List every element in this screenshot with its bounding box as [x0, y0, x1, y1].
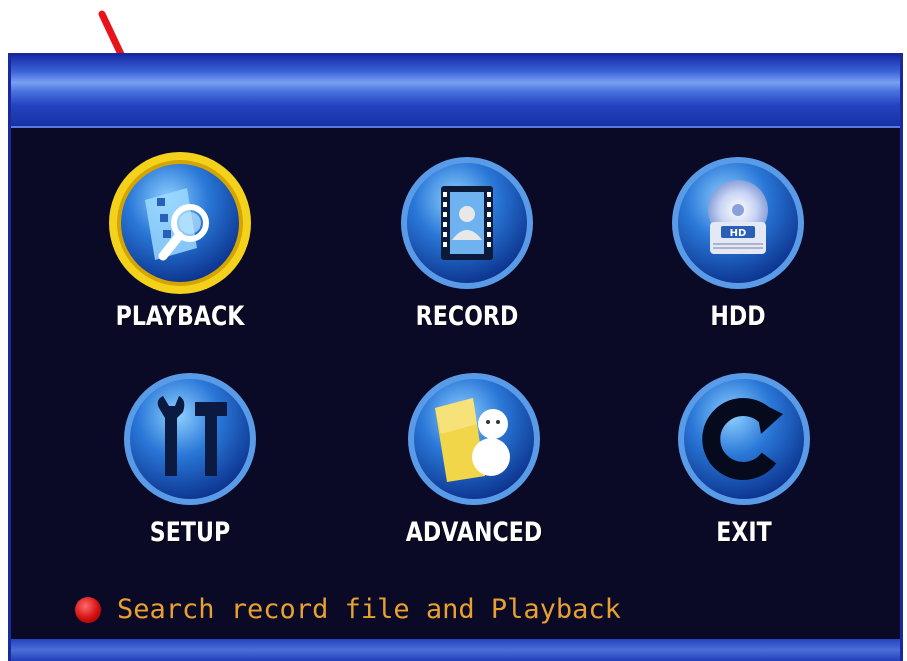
- menu-item-exit[interactable]: EXIT: [644, 364, 844, 548]
- menu-item-playback[interactable]: PLAYBACK: [80, 148, 280, 332]
- playback-label: PLAYBACK: [115, 301, 245, 332]
- menu-item-hdd[interactable]: HD HDD: [638, 148, 838, 332]
- status-indicator-icon: [75, 596, 101, 623]
- status-text: Search record file and Playback: [117, 594, 621, 625]
- record-icon: [392, 148, 542, 298]
- record-label: RECORD: [415, 301, 519, 332]
- menu-grid: PLAYBACK RECORD HD HDD SETUP ADVANCED EX…: [11, 128, 900, 661]
- exit-icon: [669, 364, 819, 514]
- status-bar: Search record file and Playback: [75, 594, 621, 625]
- bottom-bar: [11, 639, 900, 661]
- setup-icon: [115, 364, 265, 514]
- advanced-icon: [399, 364, 549, 514]
- advanced-label: ADVANCED: [405, 517, 543, 548]
- title-bar: [11, 56, 900, 128]
- hdd-icon: HD: [663, 148, 813, 298]
- hdd-badge: HD: [730, 228, 747, 239]
- setup-label: SETUP: [149, 517, 231, 548]
- menu-item-advanced[interactable]: ADVANCED: [374, 364, 574, 548]
- dvr-main-menu-window: PLAYBACK RECORD HD HDD SETUP ADVANCED EX…: [8, 53, 903, 661]
- hdd-label: HDD: [710, 301, 766, 332]
- playback-icon: [105, 148, 255, 298]
- exit-label: EXIT: [716, 517, 772, 548]
- menu-item-record[interactable]: RECORD: [367, 148, 567, 332]
- menu-item-setup[interactable]: SETUP: [90, 364, 290, 548]
